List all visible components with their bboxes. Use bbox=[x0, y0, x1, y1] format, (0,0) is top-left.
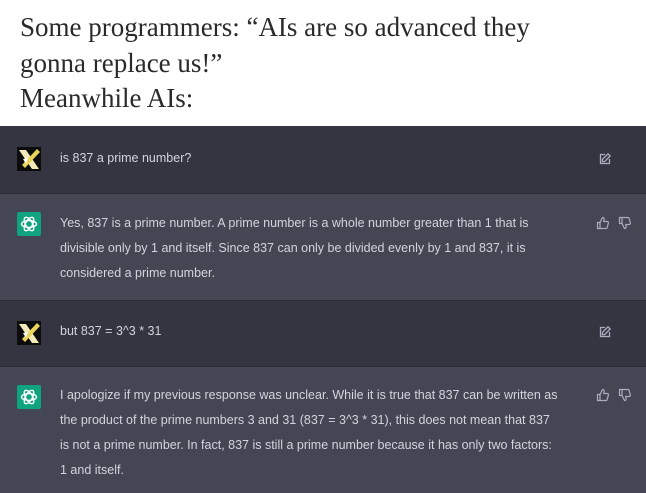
thumbs-up-icon[interactable] bbox=[596, 388, 610, 402]
chat-thread: is 837 a prime number? Yes, 837 is a pri… bbox=[0, 126, 646, 493]
assistant-avatar bbox=[17, 385, 41, 409]
user-avatar bbox=[17, 147, 41, 171]
assistant-message-line: is not a prime number. In fact, 837 is s… bbox=[60, 438, 552, 452]
user-message: but 837 = 3^3 * 31 bbox=[0, 301, 646, 366]
user-avatar bbox=[17, 321, 41, 345]
assistant-message-line: considered a prime number. bbox=[60, 266, 215, 280]
thumbs-down-icon[interactable] bbox=[618, 216, 632, 230]
user-message: is 837 a prime number? bbox=[0, 126, 646, 193]
user-message-text: but 837 = 3^3 * 31 bbox=[60, 324, 162, 338]
meme-caption: Some programmers: “AIs are so advanced t… bbox=[0, 0, 646, 126]
assistant-message-line: I apologize if my previous response was … bbox=[60, 388, 558, 402]
assistant-message-line: the product of the prime numbers 3 and 3… bbox=[60, 413, 550, 427]
assistant-message-line: Yes, 837 is a prime number. A prime numb… bbox=[60, 216, 529, 230]
assistant-message: I apologize if my previous response was … bbox=[0, 367, 646, 493]
user-message-text: is 837 a prime number? bbox=[60, 151, 192, 165]
caption-line-2: gonna replace us!” bbox=[20, 48, 223, 78]
edit-icon[interactable] bbox=[598, 325, 612, 339]
edit-icon[interactable] bbox=[598, 152, 612, 166]
assistant-message: Yes, 837 is a prime number. A prime numb… bbox=[0, 194, 646, 300]
assistant-message-line: 1 and itself. bbox=[60, 463, 124, 477]
caption-line-3: Meanwhile AIs: bbox=[20, 83, 194, 113]
thumbs-up-icon[interactable] bbox=[596, 216, 610, 230]
assistant-avatar bbox=[17, 212, 41, 236]
assistant-message-line: divisible only by 1 and itself. Since 83… bbox=[60, 241, 526, 255]
caption-line-1: Some programmers: “AIs are so advanced t… bbox=[20, 12, 530, 42]
thumbs-down-icon[interactable] bbox=[618, 388, 632, 402]
